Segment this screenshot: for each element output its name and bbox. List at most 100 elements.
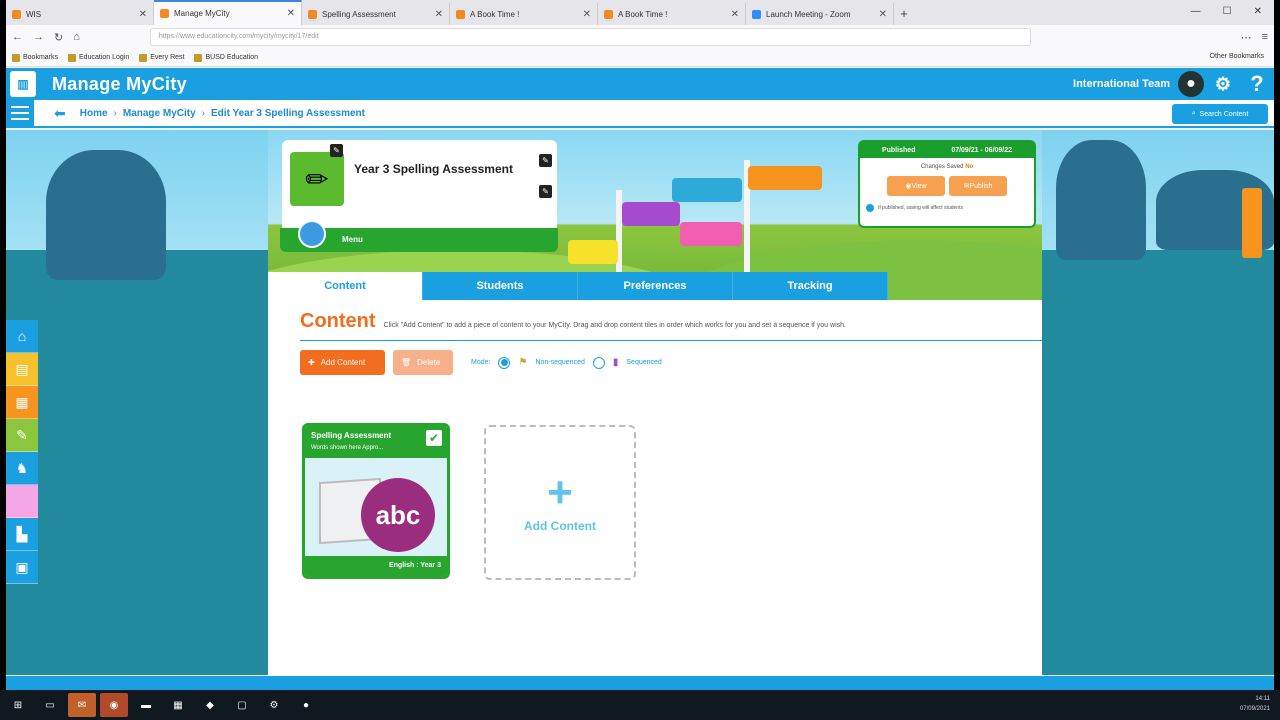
horse-icon[interactable]: ♞: [6, 452, 38, 485]
monster-icon: [298, 220, 326, 248]
city-logo-icon[interactable]: ▥: [10, 71, 36, 97]
help-button[interactable]: ?: [1244, 71, 1270, 97]
favicon-icon: [604, 9, 613, 19]
hamburger-menu-icon[interactable]: [6, 99, 34, 127]
content-toolbar: ✚ Add Content 🗑 Delete Mode: ⚑ Non-sequenc…: [300, 350, 662, 375]
url-input[interactable]: https://www.educationcity.com/mycity/myc…: [149, 28, 1031, 46]
breadcrumb-home[interactable]: Home: [80, 108, 108, 119]
browser-tab[interactable]: Launch Meeting - Zoom ✕: [746, 3, 894, 25]
browser-tab-active[interactable]: Manage MyCity ✕: [154, 0, 302, 25]
chart-icon[interactable]: ▙: [6, 518, 38, 551]
excel-icon[interactable]: ▦: [164, 693, 192, 717]
close-icon[interactable]: ✕: [287, 8, 295, 19]
close-icon[interactable]: ✕: [583, 9, 591, 20]
close-icon[interactable]: ✕: [435, 9, 443, 20]
back-arrow-icon[interactable]: ⬅: [54, 105, 66, 122]
search-icon: ⌕: [1191, 110, 1196, 117]
window-controls: — ☐ ✕: [1179, 0, 1274, 23]
file-explorer-icon[interactable]: ▬: [132, 693, 160, 717]
zoom-icon[interactable]: ▢: [228, 693, 256, 717]
non-sequenced-radio[interactable]: [498, 356, 511, 369]
home-icon[interactable]: ⌂: [73, 31, 80, 43]
home-icon[interactable]: ⌂: [6, 320, 38, 353]
bookmark-item[interactable]: Education Login: [68, 53, 129, 62]
add-content-tile[interactable]: + Add Content: [484, 425, 636, 580]
close-icon[interactable]: ✕: [139, 9, 147, 20]
published-status: Published: [881, 146, 916, 154]
pink-tab-icon[interactable]: [6, 485, 38, 518]
close-icon[interactable]: ✕: [731, 9, 739, 20]
browser-tab[interactable]: A Book Time ! ✕: [450, 3, 598, 25]
content-tile[interactable]: Spelling Assessment Words shown here App…: [302, 423, 450, 579]
firefox-icon[interactable]: ◉: [100, 693, 128, 717]
browser-nav-bar: ← → ↻ ⌂ https://www.educationcity.com/my…: [6, 25, 1274, 49]
sequence-icon: ▮: [612, 357, 619, 368]
reload-icon[interactable]: ↻: [54, 31, 63, 44]
bookmark-item[interactable]: Bookmarks: [12, 53, 58, 62]
forward-arrow-icon[interactable]: →: [33, 31, 44, 43]
bookmark-item[interactable]: Every Rest: [139, 53, 184, 62]
windows-start-icon[interactable]: ⊞: [4, 693, 32, 717]
trash-icon: 🗑: [401, 358, 412, 367]
browser-tab[interactable]: Spelling Assessment ✕: [302, 3, 450, 25]
mycity-title: Year 3 Spelling Assessment: [354, 162, 513, 176]
browser-tab[interactable]: WIS ✕: [6, 3, 154, 25]
os-taskbar: ⊞ ▭ ✉ ◉ ▬ ▦ ◆ ▢ ⚙ ● 14:11 07/09/2021: [0, 690, 1280, 720]
notes-icon[interactable]: ▤: [6, 353, 38, 386]
checkbox-icon[interactable]: ✔: [426, 430, 442, 446]
delete-button[interactable]: 🗑 Delete: [393, 350, 453, 375]
settings-icon[interactable]: ⚙: [260, 693, 288, 717]
bookmarks-bar: Bookmarks Education Login Every Rest BUS…: [6, 49, 1274, 67]
bookmark-item[interactable]: BUSD Education: [194, 53, 258, 62]
close-window-icon[interactable]: ✕: [1254, 6, 1262, 17]
tab-preferences[interactable]: Preferences: [578, 272, 733, 300]
browser-tab[interactable]: A Book Time ! ✕: [598, 3, 746, 25]
tab-tracking[interactable]: Tracking: [733, 272, 888, 300]
publish-button[interactable]: ✉ Publish: [949, 176, 1007, 196]
gift-icon[interactable]: ▣: [6, 551, 38, 584]
search-content-button[interactable]: ⌕ Search Content: [1172, 104, 1268, 124]
close-icon[interactable]: ✕: [879, 9, 887, 20]
team-name[interactable]: International Team: [1073, 78, 1170, 90]
feedback-tab[interactable]: [1242, 188, 1262, 258]
signpost-decoration: [672, 178, 742, 202]
favicon-icon: [160, 9, 169, 18]
non-sequenced-label[interactable]: Non-sequenced: [535, 359, 584, 366]
publish-dates[interactable]: 07/09/21 - 06/09/22: [951, 147, 1012, 154]
publish-card: Published 07/09/21 - 06/09/22 Changes Sa…: [858, 140, 1036, 228]
task-view-icon[interactable]: ▭: [36, 693, 64, 717]
gear-icon[interactable]: ⚙: [1210, 71, 1236, 97]
photos-icon[interactable]: ◆: [196, 693, 224, 717]
back-arrow-icon[interactable]: ←: [12, 31, 23, 43]
content-description: Click "Add Content" to add a piece of co…: [383, 322, 846, 329]
new-tab-button[interactable]: +: [894, 3, 914, 25]
powerpoint-icon[interactable]: ●: [292, 693, 320, 717]
favicon-icon: [752, 9, 761, 19]
minimize-icon[interactable]: —: [1191, 6, 1201, 17]
signpost-decoration: [622, 202, 680, 226]
breadcrumb-manage-mycity[interactable]: Manage MyCity: [123, 108, 196, 119]
extensions-icon[interactable]: ⋯: [1241, 31, 1252, 44]
pencil-icon[interactable]: ✎: [6, 419, 38, 452]
edit-description-icon[interactable]: ✎: [539, 185, 552, 198]
add-content-button[interactable]: ✚ Add Content: [300, 350, 385, 375]
view-button[interactable]: ◉ View: [887, 176, 945, 196]
folder-icon: [139, 53, 148, 62]
maximize-icon[interactable]: ☐: [1223, 6, 1232, 17]
other-bookmarks[interactable]: Other Bookmarks: [1210, 53, 1264, 60]
sequenced-radio[interactable]: [592, 356, 605, 369]
sequenced-label[interactable]: Sequenced: [626, 359, 661, 366]
signpost-decoration: [568, 240, 618, 264]
menu-icon[interactable]: ≡: [1262, 31, 1268, 43]
outlook-icon[interactable]: ✉: [68, 693, 96, 717]
tab-content[interactable]: Content: [268, 272, 423, 300]
monster-avatar-icon[interactable]: ●: [1178, 71, 1204, 97]
classes-icon[interactable]: ▦: [6, 386, 38, 419]
system-tray[interactable]: 14:11 07/09/2021: [1240, 694, 1270, 714]
plus-icon: +: [547, 467, 573, 517]
tab-students[interactable]: Students: [423, 272, 578, 300]
edit-image-icon[interactable]: ✎: [330, 144, 343, 157]
edit-title-icon[interactable]: ✎: [539, 154, 552, 167]
folder-icon: [12, 53, 20, 62]
tile-footer: English : Year 3: [305, 556, 447, 576]
